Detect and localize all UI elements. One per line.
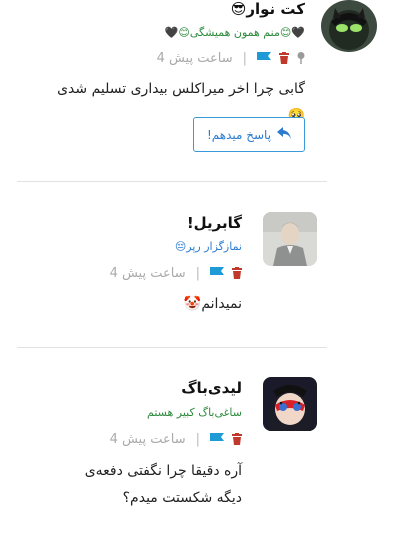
trash-icon[interactable] [232, 430, 242, 449]
flag-icon[interactable] [210, 264, 224, 283]
meta-separator: | [195, 432, 200, 447]
comment-time: 4 ساعت پیش [109, 432, 186, 447]
comment-meta: 4 ساعت پیش | [157, 49, 305, 68]
comment-author-subtitle: نمازگزار رپر😔 [174, 240, 242, 253]
comment-meta: 4 ساعت پیش | [110, 264, 242, 283]
pin-icon[interactable] [297, 49, 305, 68]
reply-button[interactable]: پاسخ میدهم! [193, 117, 305, 152]
comment-time: 4 ساعت پیش [109, 266, 186, 281]
comment-divider [17, 181, 327, 182]
comment-author-subtitle: ساغی‌باگ کبیر هستم [147, 406, 242, 419]
comment-text: آره دقیقا چرا نگفتی دفعه‌ی دیگه شکستت می… [84, 463, 242, 506]
flag-icon[interactable] [210, 430, 224, 449]
comment-author-name: کت نوار😎 [230, 0, 305, 18]
avatar[interactable] [263, 212, 317, 266]
comment-author-name: گابریل! [186, 214, 242, 232]
comment-divider [17, 347, 327, 348]
meta-separator: | [242, 51, 247, 66]
flag-icon[interactable] [257, 49, 271, 68]
reply-button-label: پاسخ میدهم! [206, 127, 272, 142]
comment-author-subtitle: 🖤😊منم همون همیشگی😊🖤 [164, 26, 305, 39]
reply-arrow-icon [277, 127, 292, 142]
avatar[interactable] [321, 0, 377, 52]
trash-icon[interactable] [232, 264, 242, 283]
comment-author-name: لیدی‌باگ [181, 379, 242, 397]
trash-icon[interactable] [279, 49, 289, 68]
comment-text: نمیدانم🤡 [183, 296, 242, 312]
comment-meta: 4 ساعت پیش | [110, 430, 242, 449]
meta-separator: | [195, 266, 200, 281]
avatar[interactable] [263, 377, 317, 431]
comment-time: 4 ساعت پیش [156, 51, 233, 66]
